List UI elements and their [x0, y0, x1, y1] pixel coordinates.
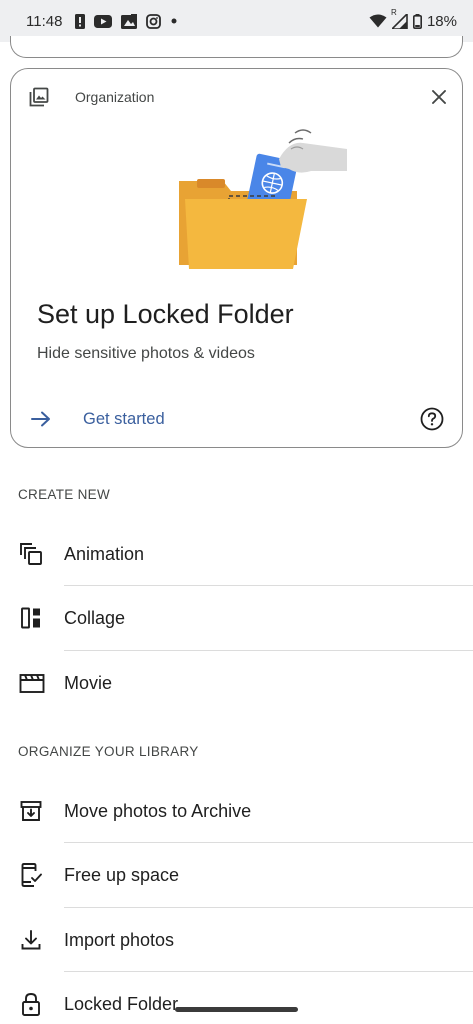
list-item-label: Animation [64, 543, 145, 564]
animation-icon [0, 542, 64, 566]
organize-library-header: ORGANIZE YOUR LIBRARY [18, 744, 199, 759]
download-icon [0, 928, 64, 952]
close-icon[interactable] [432, 90, 446, 104]
signal-roaming-badge: R [390, 7, 397, 17]
list-item-label: Move photos to Archive [64, 800, 252, 821]
previous-card-edge [10, 36, 463, 58]
battery-percent: 18% [426, 12, 457, 30]
list-item-label: Collage [64, 607, 126, 628]
collage-icon [0, 606, 64, 630]
battery-icon [412, 13, 422, 29]
list-item-label: Movie [64, 672, 113, 693]
signal-icon: R [391, 8, 408, 29]
get-started-button[interactable]: Get started [83, 410, 165, 429]
wifi-icon [369, 14, 387, 28]
card-header: Organization [29, 87, 446, 107]
organization-icon [29, 87, 49, 107]
list-item-label: Locked Folder [64, 993, 179, 1014]
instagram-icon [146, 13, 162, 29]
lock-icon [0, 991, 64, 1017]
list-item-movie[interactable]: Movie [0, 651, 473, 715]
list-item-label: Free up space [64, 864, 180, 885]
list-item-free-up-space[interactable]: Free up space [0, 843, 473, 907]
create-new-header: CREATE NEW [18, 487, 111, 502]
list-item-locked-folder[interactable]: Locked Folder [0, 972, 473, 1024]
dot-icon [170, 17, 178, 25]
list-item-import-photos[interactable]: Import photos [0, 908, 473, 972]
movie-icon [0, 672, 64, 694]
youtube-icon [94, 14, 113, 28]
help-icon[interactable] [420, 407, 444, 431]
list-item-archive[interactable]: Move photos to Archive [0, 779, 473, 843]
locked-folder-promo-card[interactable]: Organization Set up Locked Folder Hide s… [10, 68, 463, 448]
card-kind-label: Organization [75, 89, 155, 105]
status-time: 11:48 [26, 12, 63, 30]
card-title: Set up Locked Folder [37, 299, 294, 329]
locked-folder-illustration [171, 119, 351, 279]
card-subtitle: Hide sensitive photos & videos [37, 345, 255, 362]
card-action-row: Get started [31, 407, 444, 431]
phone-check-icon [0, 862, 64, 888]
photos-gallery-icon [121, 13, 138, 29]
list-item-label: Import photos [64, 929, 175, 950]
list-item-animation[interactable]: Animation [0, 522, 473, 586]
archive-icon [0, 799, 64, 823]
alert-icon [75, 13, 86, 29]
gesture-navigation-bar[interactable] [175, 1007, 298, 1012]
arrow-right-icon[interactable] [31, 411, 51, 427]
list-item-collage[interactable]: Collage [0, 586, 473, 650]
